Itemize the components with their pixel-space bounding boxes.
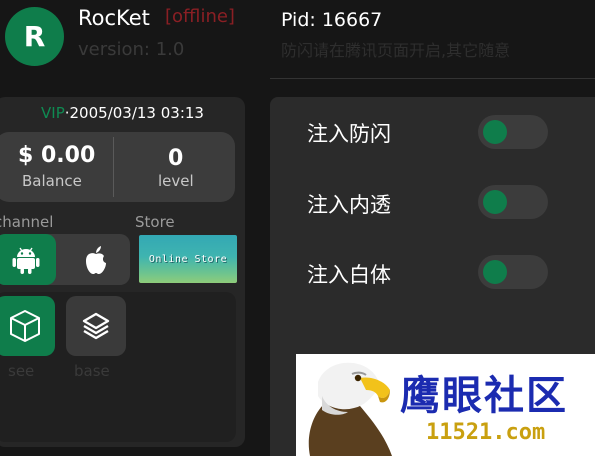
apple-channel-button[interactable] <box>62 234 130 285</box>
status-badge: [offline] <box>165 6 235 27</box>
see-tool-button[interactable] <box>0 296 55 356</box>
android-icon <box>12 247 39 274</box>
vip-label: VIP <box>41 104 65 122</box>
balance-label: Balance <box>22 172 82 190</box>
store-label: Store <box>135 213 175 231</box>
header-divider <box>270 78 595 79</box>
see-tool-label: see <box>8 362 35 380</box>
app-name: RocKet <box>78 6 150 30</box>
toggle-knob <box>483 190 507 214</box>
avatar[interactable]: R <box>5 7 64 66</box>
toggle-label-anti-flash: 注入防闪 <box>307 122 391 146</box>
vip-expiry: VIP·2005/03/13 03:13 <box>0 104 245 122</box>
toggle-label-white-body: 注入白体 <box>307 263 391 287</box>
android-channel-button[interactable] <box>0 234 56 285</box>
apple-icon <box>86 245 106 274</box>
watermark-url: 11521.com <box>426 420 546 445</box>
stats-divider <box>113 137 114 197</box>
cube-icon <box>10 310 40 342</box>
hint-text: 防闪请在腾讯页面开启,其它随意 <box>281 41 511 60</box>
layers-icon <box>82 312 110 340</box>
pid-text: Pid: 16667 <box>281 9 383 31</box>
toggle-knob <box>483 120 507 144</box>
eagle-icon <box>308 362 392 456</box>
base-tool-label: base <box>74 362 110 380</box>
toggle-label-inner-see: 注入内透 <box>307 193 391 217</box>
online-store-button[interactable]: Online Store <box>139 235 237 283</box>
balance-value: $ 0.00 <box>18 143 96 168</box>
level-label: level <box>158 172 194 190</box>
vip-date: ·2005/03/13 03:13 <box>64 104 204 122</box>
level-value: 0 <box>168 146 184 171</box>
version-text: version: 1.0 <box>78 39 185 60</box>
channel-label: channel <box>0 213 54 231</box>
toggle-knob <box>483 260 507 284</box>
watermark-title: 鹰眼社区 <box>400 372 568 419</box>
base-tool-button[interactable] <box>66 296 126 356</box>
